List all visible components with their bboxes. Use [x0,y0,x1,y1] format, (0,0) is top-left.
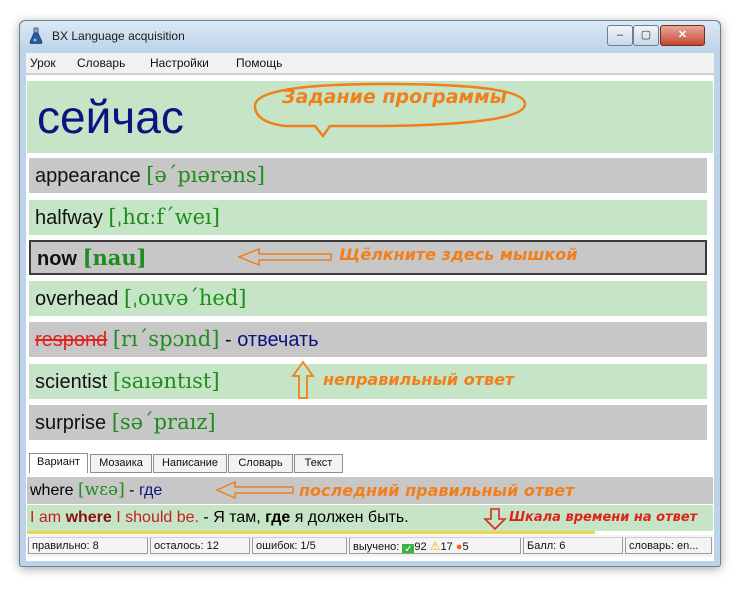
example-sentence: I am where I should be. - Я там, где я д… [27,505,713,531]
arrow-down-icon [483,508,507,531]
click-here-note: Щёлкните здесь мышкой [339,245,578,264]
sentence-ru-1: Я там, [213,509,266,526]
status-remaining: осталось: 12 [150,537,250,554]
option-row[interactable]: surprise [sə´praız] [29,405,707,440]
option-transcription: [ˌhɑːf´weı] [108,205,220,229]
warning-count: 17 [440,541,453,553]
tab-spelling[interactable]: Написание [153,454,227,473]
task-panel: сейчас Задание программы [27,81,713,153]
time-scale-note: Шкала времени на ответ [509,510,698,525]
option-word: appearance [35,165,141,187]
option-transcription: [sə´praız] [111,410,216,434]
answer-time-bar [27,531,595,534]
option-word: surprise [35,412,107,434]
menu-help[interactable]: Помощь [236,56,282,70]
fire-count: 5 [462,541,469,553]
tab-text[interactable]: Текст [294,454,343,473]
option-transcription: [rı´spɔnd] [112,327,220,351]
last-word: where [30,482,74,499]
maximize-button[interactable]: ▢ [633,25,659,46]
arrow-up-icon [291,360,315,399]
flask-icon [29,27,43,44]
sentence-ru-2: я должен быть. [290,509,409,526]
option-word: halfway [35,207,103,229]
task-callout: Задание программы [282,86,507,108]
option-transcription: [ˌouvə´hed] [123,286,247,310]
sentence-en-1: I am [30,509,66,526]
last-answer-panel: where [wɛə] - где последний правильный о… [27,477,713,504]
close-button[interactable]: ✕ [660,25,705,46]
status-bar: правильно: 8 осталось: 12 ошибок: 1/5 вы… [27,535,713,557]
app-window: BX Language acquisition – ▢ ✕ Урок Слова… [19,20,721,567]
last-separator: - [124,482,139,499]
learned-label: выучено: [353,541,400,553]
option-word: now [37,248,77,270]
main-area: сейчас Задание программы appearance [ə´p… [26,75,714,561]
tab-mosaic[interactable]: Мозаика [90,454,152,473]
translation-separator: - [219,329,238,351]
status-learned: выучено: ✓ 92 ⚠17 ●5 [349,537,521,554]
last-transcription: [wɛə] [78,480,125,500]
option-word: scientist [35,371,108,393]
option-transcription: [ə´pıərəns] [146,163,265,187]
arrow-left-icon [236,247,332,267]
options-list: appearance [ə´pıərəns] halfway [ˌhɑːf´we… [27,156,713,448]
option-row-wrong[interactable]: respond [rı´spɔnd] - отвечать [29,322,707,357]
tab-dictionary[interactable]: Словарь [228,454,293,473]
arrow-left-icon [215,480,294,500]
menu-lesson[interactable]: Урок [30,56,56,70]
title-bar[interactable]: BX Language acquisition – ▢ ✕ [20,21,720,51]
warning-icon: ⚠ [429,539,441,553]
status-errors: ошибок: 1/5 [252,537,347,554]
wrong-answer-note: неправильный ответ [323,370,515,389]
last-translation: где [138,482,163,499]
sentence-en-2: I should be. [111,509,199,526]
learned-count: 92 [414,541,427,553]
window-title: BX Language acquisition [52,29,185,43]
option-word: respond [35,329,108,351]
last-correct-note: последний правильный ответ [299,481,575,500]
option-transcription: [saıəntıst] [112,369,220,393]
menu-dictionary[interactable]: Словарь [77,56,125,70]
status-dictionary: словарь: en... [625,537,712,554]
task-word: сейчас [37,91,184,143]
option-row[interactable]: halfway [ˌhɑːf´weı] [29,200,707,235]
check-icon: ✓ [402,544,415,554]
menu-bar: Урок Словарь Настройки Помощь [26,53,714,74]
minimize-button[interactable]: – [607,25,633,46]
option-row[interactable]: appearance [ə´pıərəns] [29,158,707,193]
sentence-separator: - [198,509,214,526]
tab-variant[interactable]: Вариант [29,453,88,473]
status-correct: правильно: 8 [28,537,148,554]
sentence-ru-bold: где [265,509,291,526]
option-transcription: [nau] [82,245,147,270]
option-translation: отвечать [237,329,319,351]
sentence-en-bold: where [65,509,112,526]
option-word: overhead [35,288,119,310]
option-row[interactable]: overhead [ˌouvə´hed] [29,281,707,316]
status-score: Балл: 6 [523,537,623,554]
menu-settings[interactable]: Настройки [150,56,209,70]
